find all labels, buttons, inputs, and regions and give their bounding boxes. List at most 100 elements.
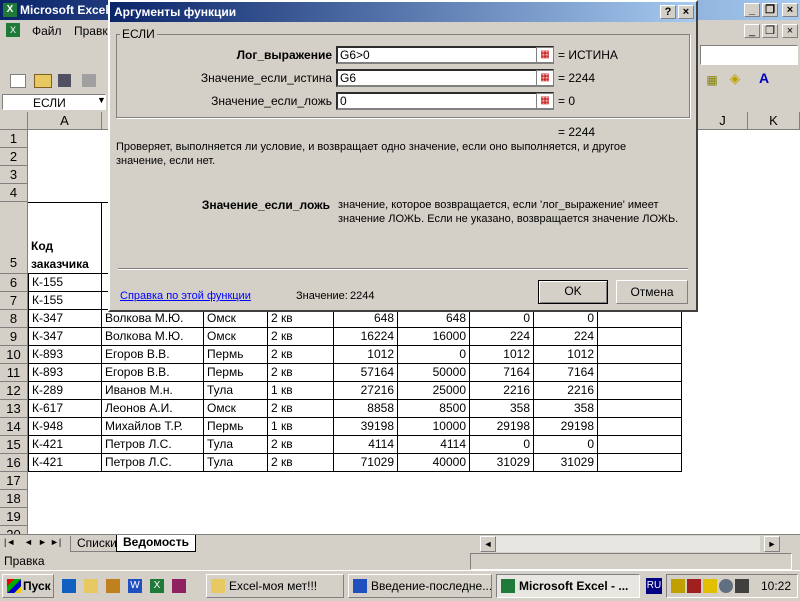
table-cell[interactable]: 2 кв — [268, 346, 334, 364]
table-cell[interactable]: 1012 — [334, 346, 398, 364]
table-cell[interactable]: Волкова М.Ю. — [102, 328, 204, 346]
table-cell-empty[interactable] — [598, 346, 682, 364]
table-cell[interactable]: 29198 — [534, 418, 598, 436]
row-header[interactable]: 4 — [0, 184, 28, 202]
collapse-dialog-icon[interactable]: ▦ — [536, 93, 554, 109]
table-cell-empty[interactable] — [598, 328, 682, 346]
col-header-k[interactable]: K — [748, 112, 800, 130]
table-cell[interactable]: 40000 — [398, 454, 470, 472]
table-cell[interactable]: Михайлов Т.Р. — [102, 418, 204, 436]
table-cell[interactable]: 7164 — [534, 364, 598, 382]
table-cell[interactable]: Тула — [204, 382, 268, 400]
table-cell[interactable]: К-347 — [28, 310, 102, 328]
table-cell[interactable]: К-347 — [28, 328, 102, 346]
table-cell[interactable]: 2 кв — [268, 454, 334, 472]
row-header[interactable]: 2 — [0, 148, 28, 166]
table-cell-empty[interactable] — [598, 364, 682, 382]
start-button[interactable]: Пуск — [2, 574, 54, 598]
table-cell[interactable]: 71029 — [334, 454, 398, 472]
menu-file[interactable]: Файл — [32, 24, 62, 38]
table-cell-empty[interactable] — [598, 436, 682, 454]
table-cell[interactable]: 1 кв — [268, 418, 334, 436]
header-code[interactable]: Код заказчика — [28, 202, 102, 274]
language-indicator[interactable]: RU — [646, 578, 662, 594]
quicklaunch-word-icon[interactable]: W — [128, 579, 142, 593]
table-cell[interactable]: Волкова М.Ю. — [102, 310, 204, 328]
name-box[interactable]: ЕСЛИ — [2, 94, 106, 110]
table-cell[interactable]: 0 — [534, 436, 598, 454]
table-cell[interactable]: К-155 — [28, 274, 102, 292]
new-icon[interactable] — [10, 74, 26, 88]
row-header[interactable]: 7 — [0, 292, 28, 310]
table-cell[interactable]: Омск — [204, 310, 268, 328]
table-cell[interactable]: 0 — [470, 310, 534, 328]
table-cell[interactable]: 31029 — [534, 454, 598, 472]
table-cell[interactable]: 2 кв — [268, 328, 334, 346]
collapse-dialog-icon[interactable]: ▦ — [536, 47, 554, 63]
open-icon[interactable] — [34, 74, 52, 88]
collapse-dialog-icon[interactable]: ▦ — [536, 70, 554, 86]
table-cell[interactable]: 224 — [470, 328, 534, 346]
table-cell[interactable]: 7164 — [470, 364, 534, 382]
col-header-a[interactable]: A — [28, 112, 102, 130]
quicklaunch-access-icon[interactable] — [172, 579, 186, 593]
table-cell[interactable]: 10000 — [398, 418, 470, 436]
save-icon[interactable] — [58, 74, 71, 87]
row-header[interactable]: 9 — [0, 328, 28, 346]
doc-minimize-icon[interactable]: _ — [744, 24, 760, 38]
print-icon[interactable] — [82, 74, 96, 87]
table-cell[interactable]: Пермь — [204, 418, 268, 436]
table-cell[interactable]: К-421 — [28, 436, 102, 454]
table-cell[interactable]: К-893 — [28, 364, 102, 382]
table-cell[interactable]: 224 — [534, 328, 598, 346]
table-cell[interactable]: 31029 — [470, 454, 534, 472]
table-cell[interactable]: 2216 — [470, 382, 534, 400]
tray-icon-4[interactable] — [719, 579, 733, 593]
table-cell[interactable]: 0 — [398, 346, 470, 364]
table-cell[interactable]: 8858 — [334, 400, 398, 418]
task-excel-method[interactable]: Excel-моя мет!!! — [206, 574, 344, 598]
table-cell[interactable]: 16000 — [398, 328, 470, 346]
table-cell[interactable]: Тула — [204, 436, 268, 454]
table-cell[interactable]: 1 кв — [268, 382, 334, 400]
table-cell[interactable]: К-155 — [28, 292, 102, 310]
table-cell[interactable]: 648 — [398, 310, 470, 328]
row-header[interactable]: 6 — [0, 274, 28, 292]
table-cell[interactable]: 358 — [470, 400, 534, 418]
help-link[interactable]: Справка по этой функции — [120, 290, 251, 302]
table-cell[interactable]: 2 кв — [268, 400, 334, 418]
tab-statement[interactable]: Ведомость — [116, 535, 196, 552]
table-cell[interactable]: 29198 — [470, 418, 534, 436]
table-cell-empty[interactable] — [598, 454, 682, 472]
table-cell[interactable]: 39198 — [334, 418, 398, 436]
row-header[interactable]: 5 — [0, 202, 28, 274]
row-header[interactable]: 18 — [0, 490, 28, 508]
tab-next-icon[interactable]: ► — [38, 537, 47, 547]
table-cell[interactable]: 0 — [534, 310, 598, 328]
table-cell[interactable]: 57164 — [334, 364, 398, 382]
table-cell[interactable]: К-948 — [28, 418, 102, 436]
font-size-box[interactable] — [700, 45, 798, 65]
table-cell[interactable]: Омск — [204, 328, 268, 346]
table-cell[interactable]: К-617 — [28, 400, 102, 418]
row-header[interactable]: 14 — [0, 418, 28, 436]
restore-icon[interactable]: ❐ — [762, 3, 778, 17]
table-cell-empty[interactable] — [598, 400, 682, 418]
row-header[interactable]: 12 — [0, 382, 28, 400]
table-cell[interactable]: Леонов А.И. — [102, 400, 204, 418]
table-cell[interactable]: 16224 — [334, 328, 398, 346]
row-header[interactable]: 19 — [0, 508, 28, 526]
table-cell[interactable]: Егоров В.В. — [102, 364, 204, 382]
table-cell[interactable]: Тула — [204, 454, 268, 472]
table-cell[interactable]: 0 — [470, 436, 534, 454]
volume-icon[interactable] — [735, 579, 749, 593]
borders-icon[interactable]: ▦ — [704, 72, 720, 88]
cancel-button[interactable]: Отмена — [616, 280, 688, 304]
row-header[interactable]: 13 — [0, 400, 28, 418]
close-icon[interactable]: × — [782, 3, 798, 17]
hscroll-right-icon[interactable]: ► — [764, 536, 780, 552]
table-cell[interactable]: 358 — [534, 400, 598, 418]
table-cell[interactable]: К-893 — [28, 346, 102, 364]
tab-last-icon[interactable]: ►| — [50, 537, 61, 547]
table-cell[interactable]: 8500 — [398, 400, 470, 418]
